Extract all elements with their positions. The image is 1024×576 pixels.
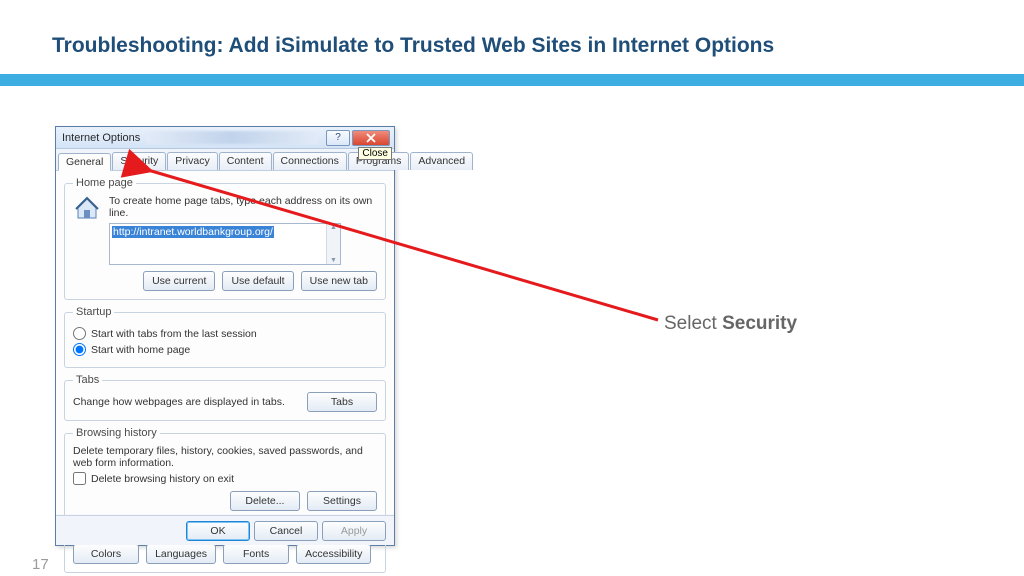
history-group: Browsing history Delete temporary files,… xyxy=(64,427,386,520)
homepage-url: http://intranet.worldbankgroup.org/ xyxy=(112,226,274,238)
tab-general[interactable]: General xyxy=(58,153,111,171)
startup-legend: Startup xyxy=(73,306,114,318)
scrollbar[interactable]: ▲▼ xyxy=(326,224,340,264)
cancel-button[interactable]: Cancel xyxy=(254,521,318,541)
startup-home-radio[interactable]: Start with home page xyxy=(73,343,377,356)
delete-on-exit-check[interactable]: Delete browsing history on exit xyxy=(73,472,377,485)
close-icon xyxy=(365,133,377,143)
dialog-footer: OK Cancel Apply xyxy=(56,515,394,545)
startup-home-label: Start with home page xyxy=(91,344,190,356)
tabs-legend: Tabs xyxy=(73,374,102,386)
accent-bar xyxy=(0,74,1024,86)
history-settings-button[interactable]: Settings xyxy=(307,491,377,511)
callout-prefix: Select xyxy=(664,313,722,334)
startup-tabs-label: Start with tabs from the last session xyxy=(91,328,257,340)
homepage-legend: Home page xyxy=(73,177,136,189)
homepage-url-box[interactable]: http://intranet.worldbankgroup.org/ ▲▼ xyxy=(109,223,341,265)
internet-options-dialog: Internet Options ? Close General Securit… xyxy=(55,126,395,546)
startup-group: Startup Start with tabs from the last se… xyxy=(64,306,386,368)
dialog-titlebar: Internet Options ? Close xyxy=(56,127,394,149)
help-button[interactable]: ? xyxy=(326,130,350,146)
homepage-desc: To create home page tabs, type each addr… xyxy=(109,195,377,219)
slide-title: Troubleshooting: Add iSimulate to Truste… xyxy=(0,0,1024,58)
checkbox-input[interactable] xyxy=(73,472,86,485)
history-legend: Browsing history xyxy=(73,427,160,439)
titlebar-blur xyxy=(146,131,318,144)
radio-input[interactable] xyxy=(73,327,86,340)
startup-tabs-radio[interactable]: Start with tabs from the last session xyxy=(73,327,377,340)
delete-on-exit-label: Delete browsing history on exit xyxy=(91,473,234,485)
close-button[interactable] xyxy=(352,130,390,146)
use-current-button[interactable]: Use current xyxy=(143,271,215,291)
languages-button[interactable]: Languages xyxy=(146,544,216,564)
home-icon xyxy=(73,195,101,221)
tab-advanced[interactable]: Advanced xyxy=(410,152,473,170)
homepage-group: Home page To create home page tabs, type… xyxy=(64,177,386,300)
use-default-button[interactable]: Use default xyxy=(222,271,293,291)
use-new-tab-button[interactable]: Use new tab xyxy=(301,271,377,291)
tab-content[interactable]: Content xyxy=(219,152,272,170)
delete-button[interactable]: Delete... xyxy=(230,491,300,511)
callout-bold: Security xyxy=(722,313,797,334)
tab-security[interactable]: Security xyxy=(112,152,166,170)
ok-button[interactable]: OK xyxy=(186,521,250,541)
history-desc: Delete temporary files, history, cookies… xyxy=(73,445,377,469)
fonts-button[interactable]: Fonts xyxy=(223,544,289,564)
tabs-group: Tabs Change how webpages are displayed i… xyxy=(64,374,386,421)
radio-input[interactable] xyxy=(73,343,86,356)
apply-button[interactable]: Apply xyxy=(322,521,386,541)
colors-button[interactable]: Colors xyxy=(73,544,139,564)
tabs-desc: Change how webpages are displayed in tab… xyxy=(73,396,285,408)
tabs-button[interactable]: Tabs xyxy=(307,392,377,412)
tab-connections[interactable]: Connections xyxy=(273,152,347,170)
callout-text: Select Security xyxy=(664,313,797,335)
close-tooltip: Close xyxy=(358,147,392,160)
accessibility-button[interactable]: Accessibility xyxy=(296,544,371,564)
page-number: 17 xyxy=(32,556,49,573)
dialog-title: Internet Options xyxy=(62,132,140,144)
tab-privacy[interactable]: Privacy xyxy=(167,152,217,170)
tab-strip: General Security Privacy Content Connect… xyxy=(56,149,394,171)
general-panel: Home page To create home page tabs, type… xyxy=(56,171,394,514)
